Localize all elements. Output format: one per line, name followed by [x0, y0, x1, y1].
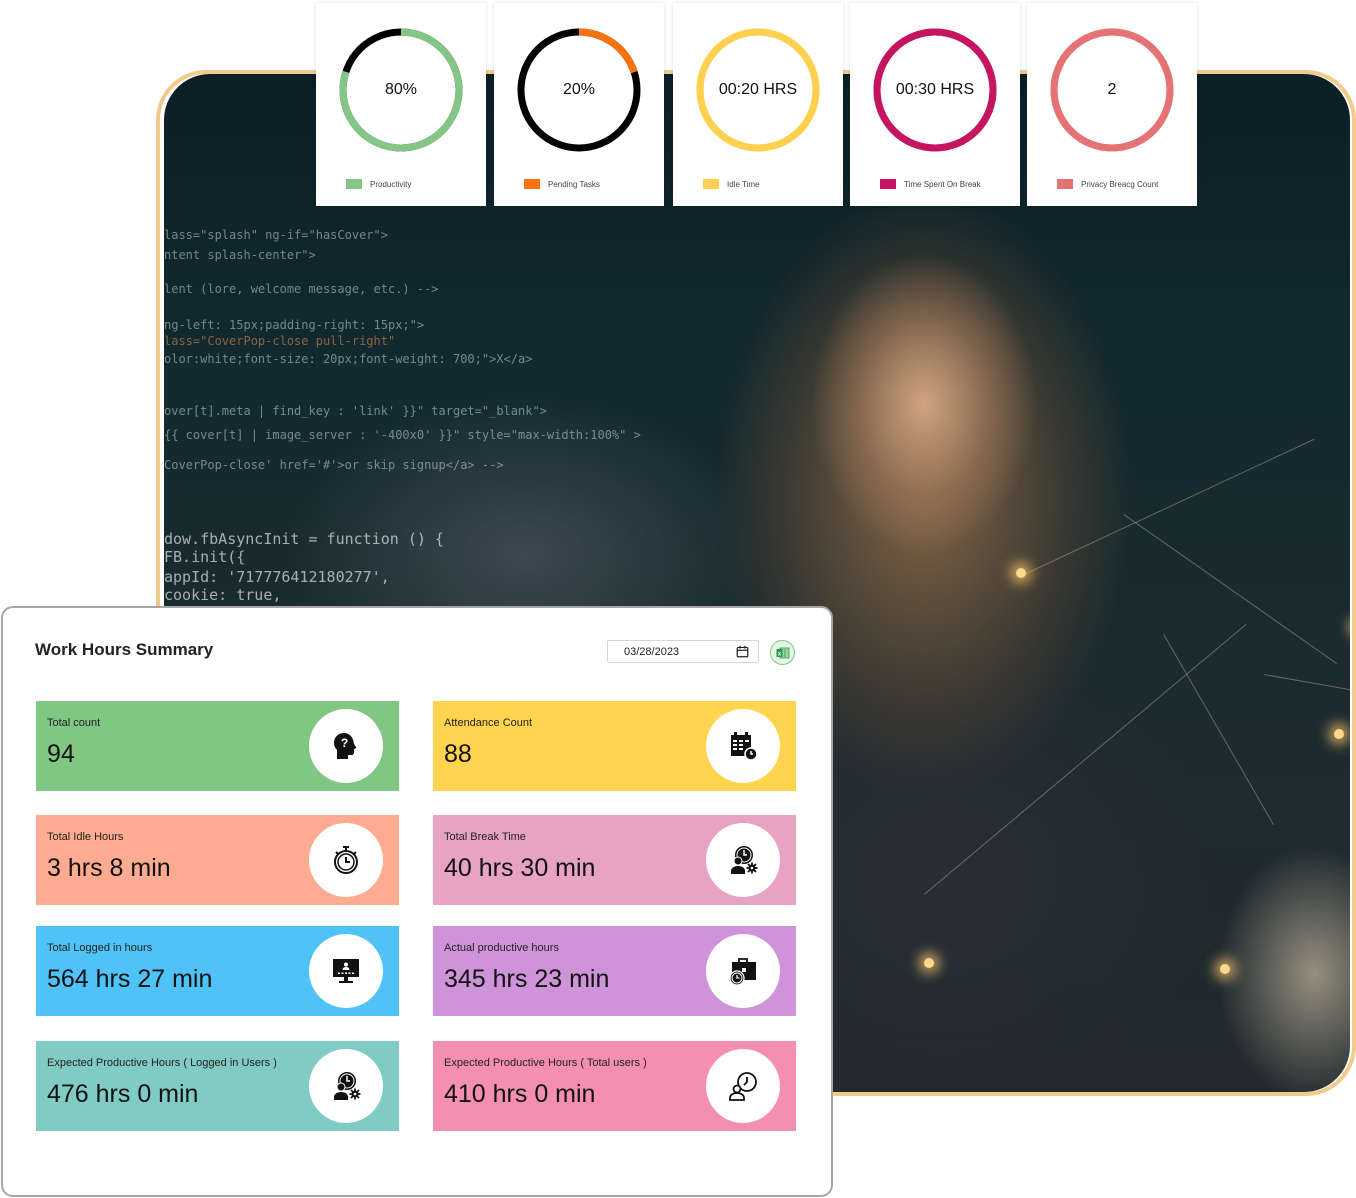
excel-icon: x — [776, 647, 789, 658]
donut-chart: 20% — [514, 25, 644, 155]
stat-label: Attendance Count — [444, 717, 533, 729]
stat-label: Expected Productive Hours ( Total users … — [444, 1057, 647, 1069]
stat-value: 410 hrs 0 min — [444, 1080, 596, 1108]
glow-dot — [1334, 729, 1344, 739]
stat-label: Total Break Time — [444, 831, 526, 843]
code-snippet: lass="CoverPop-close pull-right" — [164, 334, 396, 348]
metric-card: 20% Pending Tasks — [494, 3, 664, 206]
metric-card: 2 Privacy Breacg Count — [1027, 3, 1197, 206]
donut-chart: 00:30 HRS — [870, 25, 1000, 155]
code-snippet: cookie: true, — [164, 586, 282, 604]
stat-value: 476 hrs 0 min — [47, 1080, 199, 1108]
metric-legend: Idle Time — [703, 179, 759, 189]
metric-legend: Time Spent On Break — [880, 179, 981, 189]
svg-text:?: ? — [341, 736, 348, 750]
code-snippet: ng-left: 15px;padding-right: 15px;"> — [164, 318, 425, 332]
stat-value: 345 hrs 23 min — [444, 965, 610, 993]
code-snippet: FB.init({ — [164, 548, 246, 566]
stat-card[interactable]: Total Logged in hours 564 hrs 27 min — [36, 926, 399, 1016]
head-question-icon: ? — [309, 709, 383, 783]
monitor-login-icon — [309, 934, 383, 1008]
stat-card[interactable]: Attendance Count 88 — [433, 701, 796, 791]
calendar-icon[interactable] — [736, 645, 749, 658]
metric-value: 20% — [562, 81, 596, 98]
person-clock-icon — [706, 1049, 780, 1123]
stat-card[interactable]: Actual productive hours 345 hrs 23 min — [433, 926, 796, 1016]
legend-swatch — [524, 179, 540, 189]
stat-label: Total Logged in hours — [47, 942, 153, 954]
stat-value: 40 hrs 30 min — [444, 854, 596, 882]
metric-card: 00:20 HRS Idle Time — [673, 3, 843, 206]
code-snippet: over[t].meta | find_key : 'link' }}" tar… — [164, 404, 547, 418]
glow-dot — [1220, 964, 1230, 974]
metric-value: 00:30 HRS — [895, 81, 975, 98]
export-excel-button[interactable]: x — [770, 640, 795, 665]
code-snippet: ntent splash-center"> — [164, 248, 316, 262]
network-line — [1024, 438, 1315, 575]
stat-label: Total count — [47, 717, 101, 729]
glow-dot — [1016, 568, 1026, 578]
metric-value: 80% — [384, 81, 418, 98]
code-snippet: lass="splash" ng-if="hasCover"> — [164, 228, 388, 242]
stat-label: Expected Productive Hours ( Logged in Us… — [47, 1057, 277, 1069]
code-snippet: dow.fbAsyncInit = function () { — [164, 530, 444, 548]
metric-value: 2 — [1107, 81, 1117, 98]
metric-card: 80% Productivity — [316, 3, 486, 206]
panel-title: Work Hours Summary — [35, 640, 214, 659]
stat-value: 564 hrs 27 min — [47, 965, 213, 993]
stat-label: Actual productive hours — [444, 942, 559, 954]
legend-swatch — [1057, 179, 1073, 189]
stat-card[interactable]: Total Break Time 40 hrs 30 min — [433, 815, 796, 905]
work-hours-summary-panel: Work Hours Summary 03/28/2023 x Total co… — [1, 606, 833, 1197]
legend-swatch — [703, 179, 719, 189]
code-snippet: {{ cover[t] | image_server : '-400x0' }}… — [164, 428, 641, 442]
metric-legend: Productivity — [346, 179, 411, 189]
legend-label: Privacy Breacg Count — [1081, 179, 1159, 189]
network-line — [1263, 674, 1350, 710]
briefcase-clock-icon — [706, 934, 780, 1008]
code-snippet: CoverPop-close' href='#'>or skip signup<… — [164, 458, 504, 472]
person-clock-gear-icon — [309, 1049, 383, 1123]
metric-card: 00:30 HRS Time Spent On Break — [850, 3, 1020, 206]
stat-card[interactable]: Expected Productive Hours ( Total users … — [433, 1041, 796, 1131]
stat-label: Total Idle Hours — [47, 831, 124, 843]
network-line — [924, 624, 1247, 895]
glow-dot — [924, 958, 934, 968]
legend-swatch — [346, 179, 362, 189]
stat-value: 3 hrs 8 min — [47, 854, 171, 882]
stopwatch-icon — [309, 823, 383, 897]
code-snippet: olor:white;font-size: 20px;font-weight: … — [164, 352, 533, 366]
legend-label: Time Spent On Break — [904, 179, 981, 189]
code-snippet: appId: '717776412180277', — [164, 568, 390, 586]
donut-chart: 2 — [1047, 25, 1177, 155]
legend-label: Pending Tasks — [548, 179, 600, 189]
stat-card[interactable]: Total Idle Hours 3 hrs 8 min — [36, 815, 399, 905]
person-clock-gear-icon — [706, 823, 780, 897]
legend-label: Idle Time — [727, 179, 760, 189]
donut-chart: 00:20 HRS — [693, 25, 823, 155]
metric-legend: Privacy Breacg Count — [1057, 179, 1158, 189]
stat-value: 94 — [47, 740, 75, 768]
metric-legend: Pending Tasks — [524, 179, 600, 189]
donut-chart: 80% — [336, 25, 466, 155]
legend-label: Productivity — [370, 179, 412, 189]
calendar-clock-icon — [706, 709, 780, 783]
stat-card[interactable]: Expected Productive Hours ( Logged in Us… — [36, 1041, 399, 1131]
date-value: 03/28/2023 — [624, 645, 680, 658]
date-picker-input[interactable]: 03/28/2023 — [607, 640, 759, 663]
stat-value: 88 — [444, 740, 472, 768]
legend-swatch — [880, 179, 896, 189]
stat-card[interactable]: Total count 94 ? — [36, 701, 399, 791]
metric-value: 00:20 HRS — [718, 81, 798, 98]
network-line — [1123, 514, 1337, 664]
network-line — [1163, 634, 1274, 826]
code-snippet: lent (lore, welcome message, etc.) --> — [164, 282, 439, 296]
